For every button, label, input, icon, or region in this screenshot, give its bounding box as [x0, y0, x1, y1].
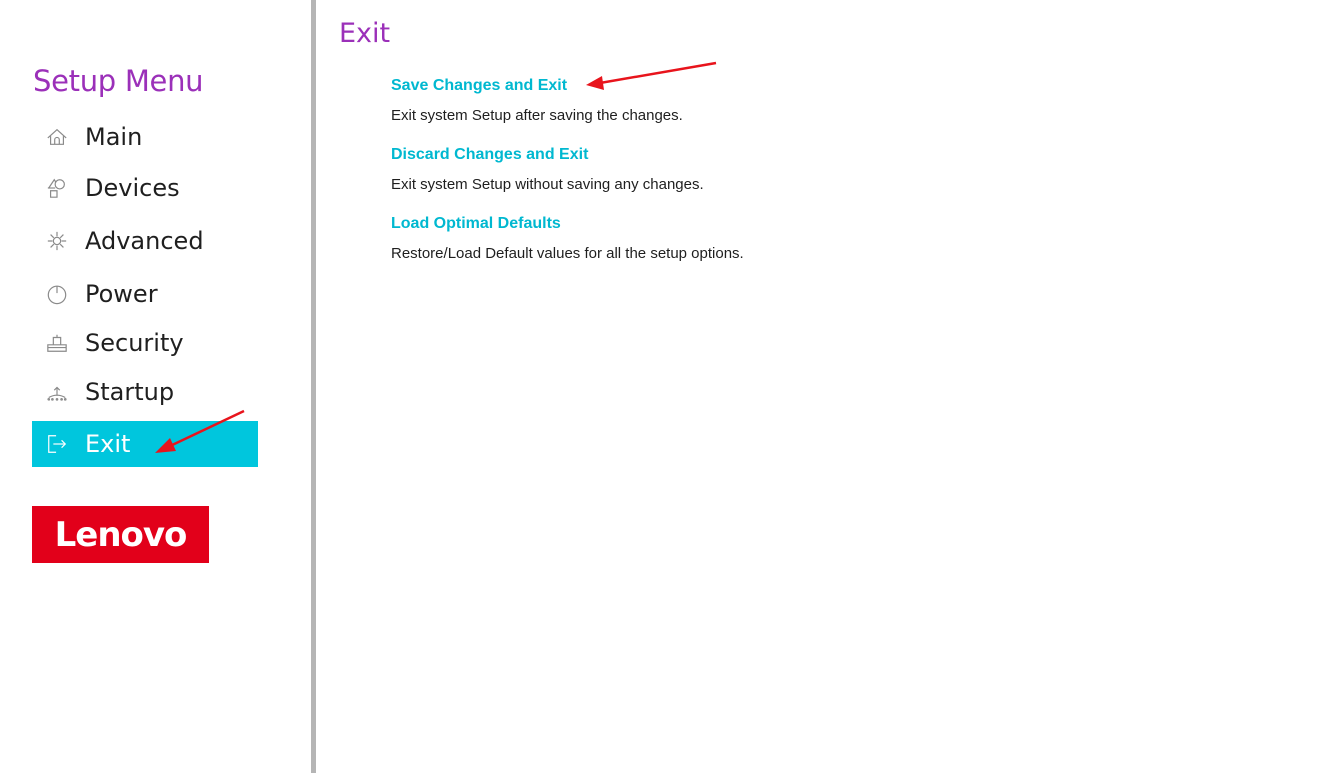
security-icon [32, 320, 82, 366]
startup-icon [32, 369, 82, 415]
load-optimal-defaults-link[interactable]: Load Optimal Defaults [391, 215, 561, 233]
option-description: Restore/Load Default values for all the … [391, 245, 744, 262]
sidebar-item-advanced[interactable]: Advanced [32, 218, 258, 264]
option-description: Exit system Setup after saving the chang… [391, 107, 683, 124]
sidebar-item-label: Exit [85, 430, 131, 458]
discard-changes-and-exit-link[interactable]: Discard Changes and Exit [391, 146, 588, 164]
exit-icon [32, 421, 82, 467]
lenovo-logo-text: Lenovo [54, 514, 188, 555]
sidebar: Setup Menu Main Devices Advanced Power S… [0, 0, 311, 773]
option-load-optimal-defaults: Load Optimal Defaults Restore/Load Defau… [391, 215, 744, 262]
sidebar-item-power[interactable]: Power [32, 271, 258, 317]
sidebar-item-main[interactable]: Main [32, 114, 258, 160]
sidebar-item-label: Power [85, 280, 158, 308]
devices-icon [32, 165, 82, 211]
sidebar-item-label: Security [85, 329, 184, 357]
main-panel: Exit Save Changes and Exit Exit system S… [316, 0, 1328, 773]
option-save-changes-and-exit: Save Changes and Exit Exit system Setup … [391, 77, 683, 124]
power-icon [32, 271, 82, 317]
save-changes-and-exit-link[interactable]: Save Changes and Exit [391, 77, 567, 95]
option-discard-changes-and-exit: Discard Changes and Exit Exit system Set… [391, 146, 704, 193]
sidebar-item-label: Devices [85, 174, 180, 202]
bios-setup-page: Setup Menu Main Devices Advanced Power S… [0, 0, 1328, 773]
lenovo-logo: Lenovo [32, 506, 209, 563]
advanced-icon [32, 218, 82, 264]
page-title: Exit [339, 18, 391, 49]
sidebar-item-label: Advanced [85, 227, 204, 255]
sidebar-item-label: Startup [85, 378, 175, 406]
sidebar-item-startup[interactable]: Startup [32, 369, 258, 415]
sidebar-item-label: Main [85, 123, 143, 151]
sidebar-item-exit[interactable]: Exit [32, 421, 258, 467]
home-icon [32, 114, 82, 160]
setup-menu-title: Setup Menu [33, 64, 204, 98]
option-description: Exit system Setup without saving any cha… [391, 176, 704, 193]
sidebar-item-devices[interactable]: Devices [32, 165, 258, 211]
sidebar-item-security[interactable]: Security [32, 320, 258, 366]
